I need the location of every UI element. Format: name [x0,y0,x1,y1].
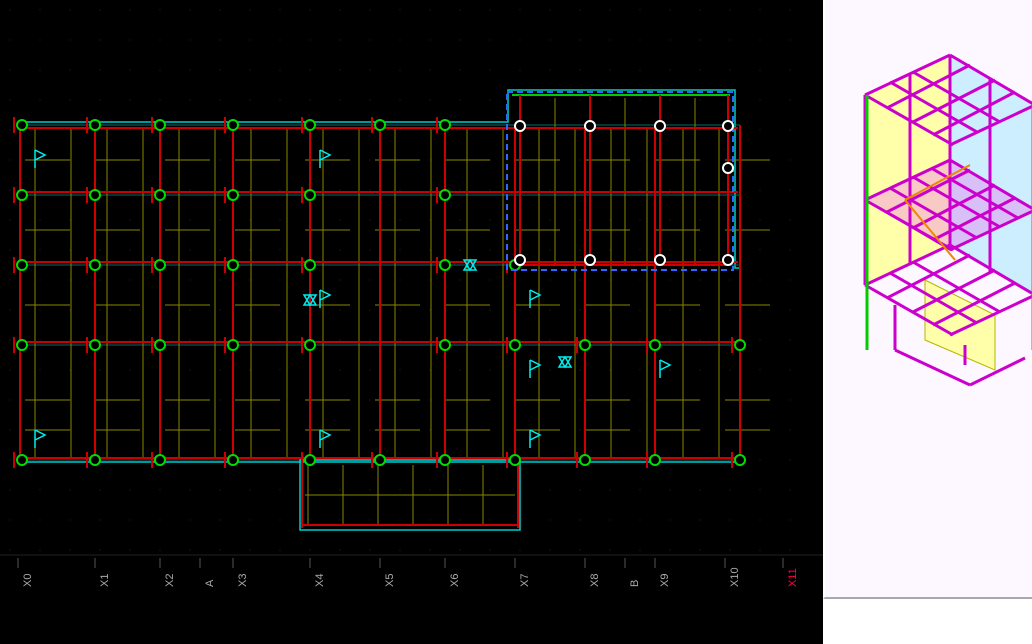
column-node[interactable] [440,190,450,200]
grid-axis-label: X11 [787,568,799,587]
column-node[interactable] [228,260,238,270]
grid-axis-label: X4 [314,574,326,587]
grid-axis-label: X0 [22,574,34,587]
column-node[interactable] [155,260,165,270]
plan-view-svg[interactable] [0,0,823,644]
iso-view-panel[interactable] [823,0,1032,599]
column-node[interactable] [440,340,450,350]
column-node[interactable] [650,455,660,465]
column-node[interactable] [17,340,27,350]
column-node[interactable] [510,455,520,465]
selected-node[interactable] [515,121,525,131]
grid-axis-label: X1 [99,574,111,587]
grid-axis-label: X5 [384,574,396,587]
grid-axis-label: X7 [519,574,531,587]
column-node[interactable] [580,340,590,350]
column-node[interactable] [305,260,315,270]
column-node[interactable] [440,455,450,465]
grid-axis-label: A [204,580,216,587]
grid-axis-label: X10 [729,567,741,587]
column-node[interactable] [90,455,100,465]
selected-node[interactable] [515,255,525,265]
selected-node[interactable] [655,121,665,131]
grid-axis-label: B [629,580,641,587]
plan-view-panel[interactable]: X0 X1 X2 A X3 X4 X5 X6 X7 X8 B X9 X10 X11 [0,0,823,644]
grid-axis-label: X3 [237,574,249,587]
column-node[interactable] [155,120,165,130]
column-node[interactable] [580,455,590,465]
column-node[interactable] [90,120,100,130]
iso-view-svg[interactable] [825,0,1032,599]
column-node[interactable] [650,340,660,350]
column-node[interactable] [305,455,315,465]
grid-axis-label: X6 [449,574,461,587]
column-node[interactable] [305,120,315,130]
column-node[interactable] [510,340,520,350]
column-node[interactable] [155,455,165,465]
column-node[interactable] [90,190,100,200]
selected-node[interactable] [585,255,595,265]
column-node[interactable] [375,120,385,130]
column-node[interactable] [228,340,238,350]
grid-axis-label: X2 [164,574,176,587]
column-node[interactable] [17,190,27,200]
column-node[interactable] [155,190,165,200]
grid-axis-label: X9 [659,574,671,587]
column-node[interactable] [305,190,315,200]
column-node[interactable] [305,340,315,350]
selection-box[interactable] [507,92,733,270]
grid-axis-label: X8 [589,574,601,587]
column-node[interactable] [228,120,238,130]
column-node[interactable] [17,455,27,465]
selected-node[interactable] [723,255,733,265]
column-node[interactable] [440,260,450,270]
column-node[interactable] [228,190,238,200]
column-node[interactable] [90,260,100,270]
column-node[interactable] [228,455,238,465]
column-node[interactable] [440,120,450,130]
column-node[interactable] [375,455,385,465]
column-node[interactable] [90,340,100,350]
column-node[interactable] [735,340,745,350]
selected-node[interactable] [723,163,733,173]
column-node[interactable] [735,455,745,465]
selected-node[interactable] [723,121,733,131]
iso-below-gap [825,599,1032,644]
column-node[interactable] [17,120,27,130]
column-node[interactable] [155,340,165,350]
selected-node[interactable] [585,121,595,131]
column-node[interactable] [17,260,27,270]
selected-node[interactable] [655,255,665,265]
